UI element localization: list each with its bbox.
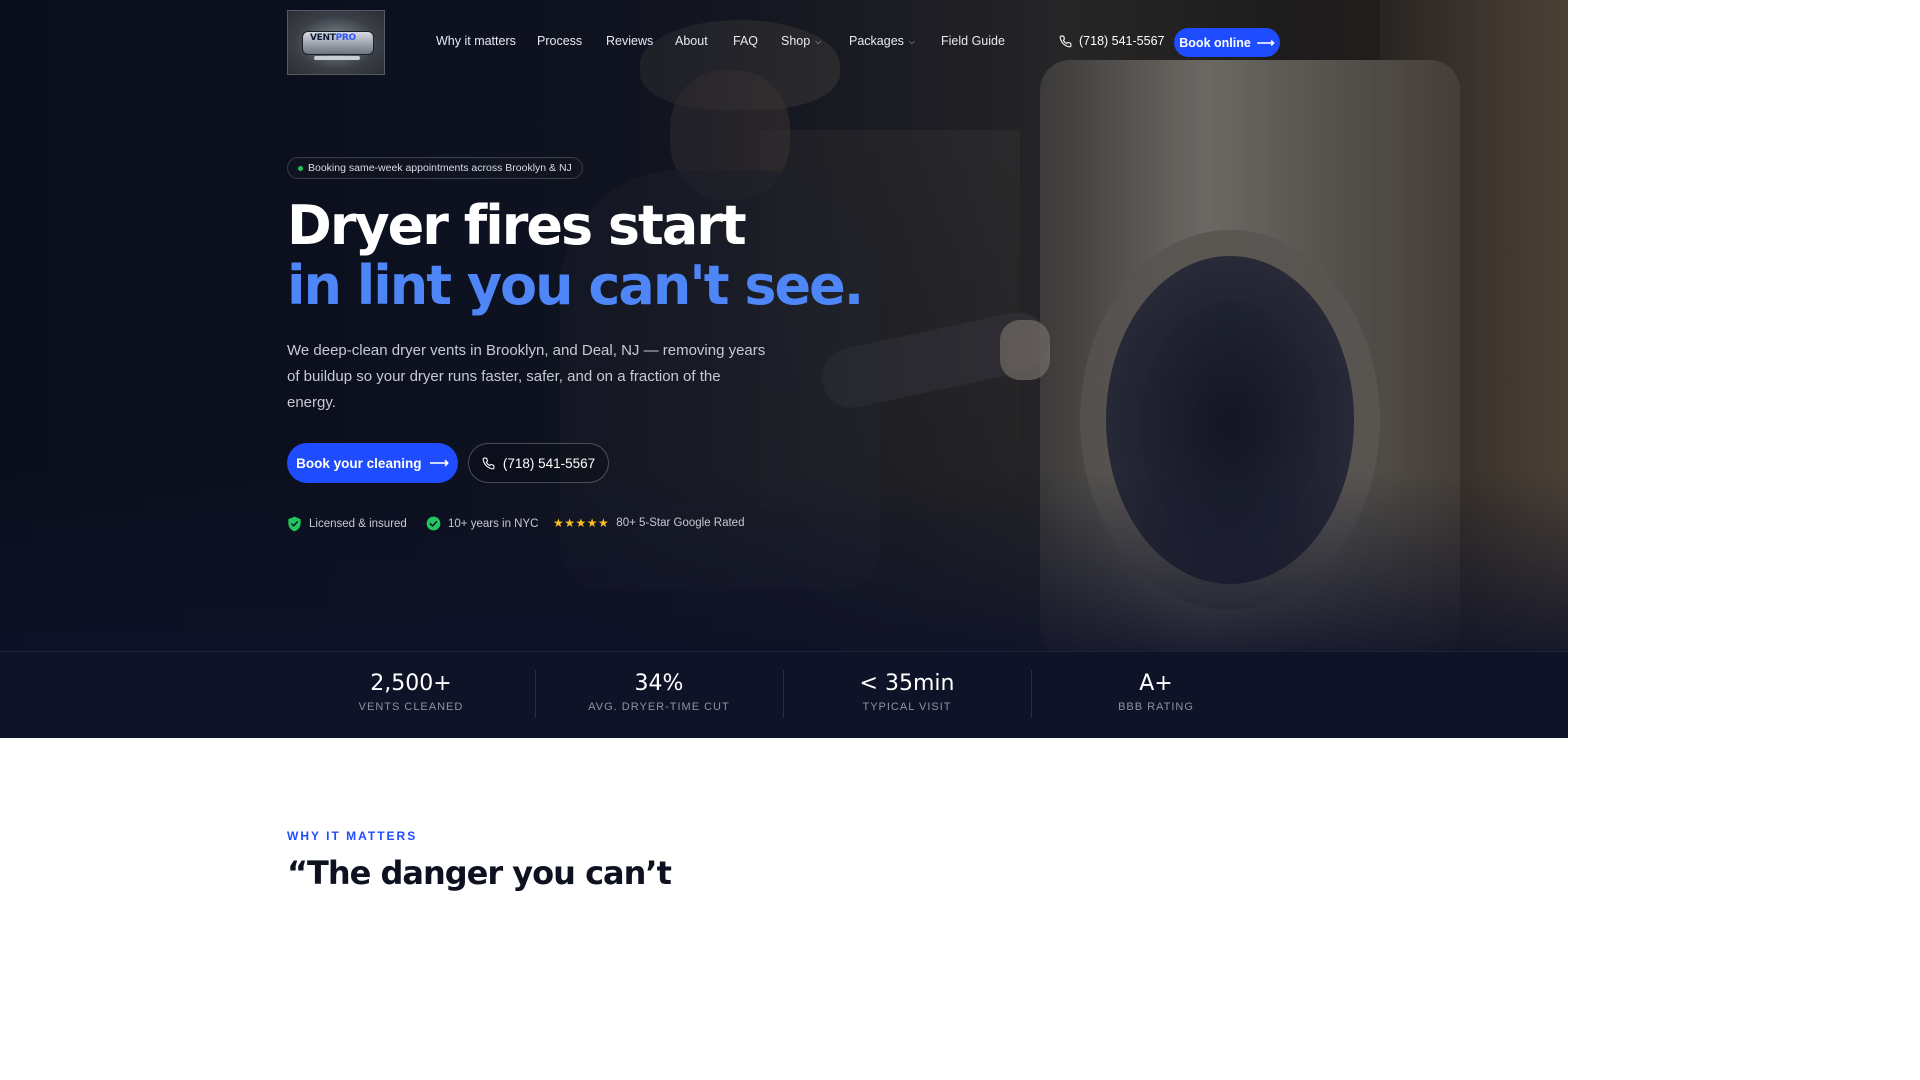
nav-link-faq[interactable]: FAQ (733, 34, 758, 48)
nav-link-about[interactable]: About (675, 34, 708, 48)
nav-link-shop[interactable]: Shop ⌵ (781, 34, 821, 48)
stat-value: 34% (634, 671, 684, 696)
stat-item: < 35min TYPICAL VISIT (783, 670, 1031, 713)
stat-value: < 35min (859, 671, 955, 696)
check-circle-icon (426, 516, 441, 531)
call-phone-button[interactable]: (718) 541-5567 (468, 443, 609, 483)
stats-bar: 2,500+ VENTS CLEANED 34% AVG. DRYER-TIME… (0, 651, 1568, 738)
chevron-down-icon: ⌵ (815, 37, 822, 46)
trust-item-years: 10+ years in NYC (426, 516, 538, 531)
book-online-button[interactable]: Book online ⟶ (1174, 28, 1280, 57)
hero-lede: We deep-clean dryer vents in Brooklyn, a… (287, 342, 766, 411)
arrow-right-icon: ⟶ (429, 455, 449, 470)
trust-label: Licensed & insured (309, 518, 407, 530)
trust-item-rating: ★★★★★ 80+ 5-Star Google Rated (553, 516, 744, 530)
availability-text: Booking same-week appointments across Br… (308, 162, 572, 174)
stat-value: A+ (1139, 671, 1173, 696)
book-online-label: Book online (1179, 35, 1251, 50)
trust-label: 10+ years in NYC (448, 517, 539, 530)
stat-label: VENTS CLEANED (358, 701, 464, 713)
section-heading: “The danger you can’t (287, 854, 672, 892)
nav-link-why-it-matters[interactable]: Why it matters (436, 34, 516, 48)
nav-link-process[interactable]: Process (537, 34, 582, 48)
nav-link-reviews[interactable]: Reviews (606, 34, 653, 48)
stat-item: 2,500+ VENTS CLEANED (287, 670, 535, 713)
stat-label: TYPICAL VISIT (862, 701, 952, 713)
availability-pill: Booking same-week appointments across Br… (287, 157, 583, 179)
stat-item: A+ BBB RATING (1032, 670, 1280, 713)
nav-phone-link[interactable]: (718) 541-5567 (1059, 34, 1164, 48)
logo-wordmark: VENTPRO (310, 33, 356, 43)
logo-underline (314, 56, 360, 60)
nav-link-packages[interactable]: Packages ⌵ (849, 34, 915, 48)
five-stars-icon: ★★★★★ (553, 516, 610, 530)
stat-label: BBB RATING (1118, 701, 1194, 713)
arrow-right-icon: ⟶ (1256, 36, 1275, 50)
hero-bottom-fade (0, 471, 1568, 651)
hero-section: VENTPRO Why it matters Process Reviews A… (0, 0, 1568, 651)
hero-headline-line2: in lint you can't see. (287, 254, 864, 317)
brand-logo[interactable]: VENTPRO (287, 10, 385, 75)
status-dot-icon (298, 166, 303, 171)
call-phone-label: (718) 541-5567 (502, 455, 596, 471)
trust-label: 80+ 5-Star Google Rated (616, 517, 745, 529)
nav-phone-number: (718) 541-5567 (1079, 34, 1165, 48)
phone-icon (482, 457, 495, 469)
chevron-down-icon: ⌵ (908, 37, 915, 46)
stat-value: 2,500+ (370, 671, 452, 696)
book-cleaning-button[interactable]: Book your cleaning ⟶ (287, 443, 458, 483)
phone-icon (1059, 35, 1072, 47)
trust-item-licensed: Licensed & insured (287, 516, 407, 532)
shield-check-icon (288, 516, 301, 532)
stat-item: 34% AVG. DRYER-TIME CUT (535, 670, 783, 713)
stat-label: AVG. DRYER-TIME CUT (588, 701, 730, 713)
section-eyebrow: WHY IT MATTERS (287, 829, 418, 843)
hero-headline-line1: Dryer fires start (287, 194, 747, 257)
book-cleaning-label: Book your cleaning (296, 455, 422, 471)
nav-link-field-guide[interactable]: Field Guide (941, 34, 1005, 48)
